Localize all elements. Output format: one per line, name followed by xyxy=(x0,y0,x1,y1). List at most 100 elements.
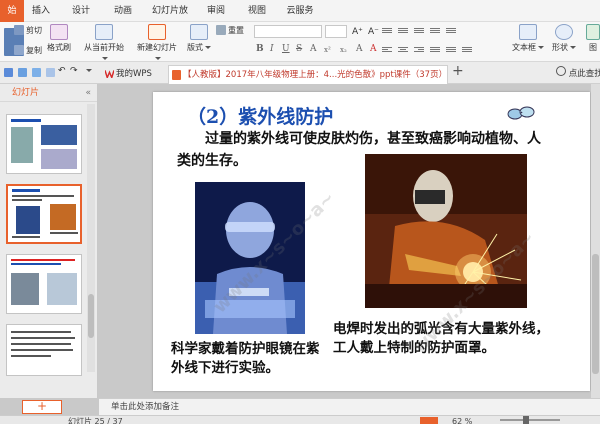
align-right-icon[interactable] xyxy=(414,47,424,56)
menu-tab-home[interactable]: 始 xyxy=(0,0,24,22)
export-icon[interactable] xyxy=(46,68,55,77)
slides-panel-title: 幻灯片 xyxy=(12,88,40,98)
new-tab-plus-icon[interactable]: + xyxy=(452,63,464,79)
cut-button[interactable]: 剪切 xyxy=(14,25,42,37)
line-spacing-icon[interactable] xyxy=(446,28,456,37)
zoom-slider[interactable] xyxy=(500,419,560,421)
align-justify-icon[interactable] xyxy=(430,47,440,56)
notes-pane[interactable]: 单击此处添加备注 xyxy=(99,398,600,415)
customize-toolbar-icon[interactable] xyxy=(84,66,93,75)
subscript-icon[interactable]: x₂ xyxy=(340,46,347,54)
redo-icon[interactable]: ↷ xyxy=(70,67,79,76)
copy-icon xyxy=(14,45,24,55)
italic-icon[interactable]: I xyxy=(270,44,274,54)
highlight-icon[interactable]: A xyxy=(370,44,377,54)
superscript-icon[interactable]: x² xyxy=(324,46,331,54)
notes-placeholder: 单击此处添加备注 xyxy=(111,402,180,412)
font-grow-icon[interactable]: A⁺ xyxy=(352,26,363,38)
menu-tab-design[interactable]: 设计 xyxy=(70,0,92,22)
slide-thumbnail[interactable] xyxy=(6,114,82,174)
align-center-icon[interactable] xyxy=(398,47,408,56)
zoom-slider-knob[interactable] xyxy=(523,416,529,424)
indent-decrease-icon[interactable] xyxy=(414,28,424,37)
cut-icon xyxy=(14,25,24,35)
wps-presentation-window: 始 插入 设计 动画 幻灯片放映 审阅 视图 云服务 剪切 复制 格式刷 从当前… xyxy=(0,0,600,424)
welder-photo[interactable] xyxy=(365,154,527,308)
welder-image xyxy=(365,154,527,308)
bold-icon[interactable]: B xyxy=(256,44,264,54)
canvas-scrollbar[interactable] xyxy=(591,84,600,398)
menu-tab-view[interactable]: 视图 xyxy=(246,0,268,22)
text-box-button[interactable]: 文本框 xyxy=(512,24,544,53)
text-box-icon xyxy=(519,24,537,40)
slides-panel-header: 幻灯片 « xyxy=(0,84,97,102)
indent-increase-icon[interactable] xyxy=(430,28,440,37)
menu-tab-slideshow[interactable]: 幻灯片放映 xyxy=(148,0,192,38)
status-bar: 幻灯片 25 / 37 62 % xyxy=(0,415,600,424)
slide-thumbnail[interactable] xyxy=(6,254,82,314)
save-icon[interactable] xyxy=(4,68,13,77)
collapse-panel-icon[interactable]: « xyxy=(85,84,91,102)
shapes-icon xyxy=(555,24,573,40)
new-slide-button[interactable]: 新建幻灯片 xyxy=(134,24,180,64)
print-icon[interactable] xyxy=(18,68,27,77)
document-tab-strip: ↶ ↷ 我的WPS 【人教版】2017年八年级物理上册：4...光的色散》ppt… xyxy=(0,62,600,84)
text-direction-icon[interactable] xyxy=(462,47,472,56)
goggles-icon xyxy=(507,106,535,120)
picture-button[interactable]: 图 xyxy=(584,24,600,53)
scrollbar-thumb[interactable] xyxy=(592,254,599,374)
undo-icon[interactable]: ↶ xyxy=(58,67,67,76)
picture-icon xyxy=(586,24,600,40)
menu-tab-animation[interactable]: 动画 xyxy=(112,0,134,22)
play-icon xyxy=(95,24,113,40)
menu-tab-review[interactable]: 审阅 xyxy=(205,0,227,22)
menu-tab-cloud[interactable]: 云服务 xyxy=(284,0,316,22)
slides-panel-scrollbar[interactable] xyxy=(87,104,95,372)
clear-format-icon[interactable]: A xyxy=(356,44,363,54)
font-size-select[interactable] xyxy=(325,25,347,38)
new-slide-icon xyxy=(148,24,166,40)
layout-icon xyxy=(190,24,208,40)
print-preview-icon[interactable] xyxy=(32,68,41,77)
shapes-button[interactable]: 形状 xyxy=(550,24,578,53)
reset-icon xyxy=(216,25,226,35)
menu-tab-insert[interactable]: 插入 xyxy=(30,0,52,22)
reset-button[interactable]: 重置 xyxy=(216,25,244,37)
help-icon xyxy=(556,66,566,76)
distribute-icon[interactable] xyxy=(446,47,456,56)
strikethrough-icon[interactable]: S xyxy=(296,44,302,54)
format-painter-icon xyxy=(50,24,68,40)
numbering-icon[interactable] xyxy=(398,28,408,37)
slide-canvas: （2）紫外线防护 过量的紫外线可使皮肤灼伤，甚至致癌影响动植物、人类的生存。 科… xyxy=(99,84,591,398)
layout-button[interactable]: 版式 xyxy=(186,24,212,53)
slides-panel: 幻灯片 « + xyxy=(0,84,98,414)
wps-logo-icon xyxy=(105,70,114,78)
ribbon-toolbar: 剪切 复制 格式刷 从当前开始 新建幻灯片 版式 重置 A⁺ A⁻ B I U … xyxy=(0,22,600,62)
format-painter-button[interactable]: 格式刷 xyxy=(46,24,72,53)
align-left-icon[interactable] xyxy=(382,47,392,56)
font-shrink-icon[interactable]: A⁻ xyxy=(368,26,379,38)
font-family-select[interactable] xyxy=(254,25,322,38)
play-slideshow-icon[interactable] xyxy=(420,417,438,424)
tab-document[interactable]: 【人教版】2017年八年级物理上册：4...光的色散》ppt课件（37页）.pp… xyxy=(168,65,448,84)
scrollbar-thumb[interactable] xyxy=(88,294,94,338)
bullets-icon[interactable] xyxy=(382,28,392,37)
slide-counter: 幻灯片 25 / 37 xyxy=(68,417,123,424)
scientist-photo[interactable] xyxy=(195,182,305,334)
font-color-icon[interactable]: A xyxy=(310,44,317,54)
caption-left[interactable]: 科学家戴着防护眼镜在紫外线下进行实验。 xyxy=(171,340,329,378)
ppt-file-icon xyxy=(172,70,181,80)
menu-bar: 始 插入 设计 动画 幻灯片放映 审阅 视图 云服务 xyxy=(0,0,600,38)
copy-button[interactable]: 复制 xyxy=(14,45,42,57)
zoom-level[interactable]: 62 % xyxy=(452,416,472,424)
help-search[interactable]: 点此查找命 xyxy=(556,66,600,79)
current-slide[interactable]: （2）紫外线防护 过量的紫外线可使皮肤灼伤，甚至致癌影响动植物、人类的生存。 科… xyxy=(153,92,590,391)
slide-title[interactable]: （2）紫外线防护 xyxy=(187,102,333,129)
scientist-image xyxy=(195,182,305,334)
play-from-current-button[interactable]: 从当前开始 xyxy=(82,24,126,64)
slide-thumbnail[interactable] xyxy=(6,324,82,376)
add-slide-button[interactable]: + xyxy=(22,400,62,414)
underline-icon[interactable]: U xyxy=(282,44,290,54)
tab-my-wps[interactable]: 我的WPS xyxy=(102,65,166,84)
slide-thumbnail-selected[interactable] xyxy=(6,184,82,244)
